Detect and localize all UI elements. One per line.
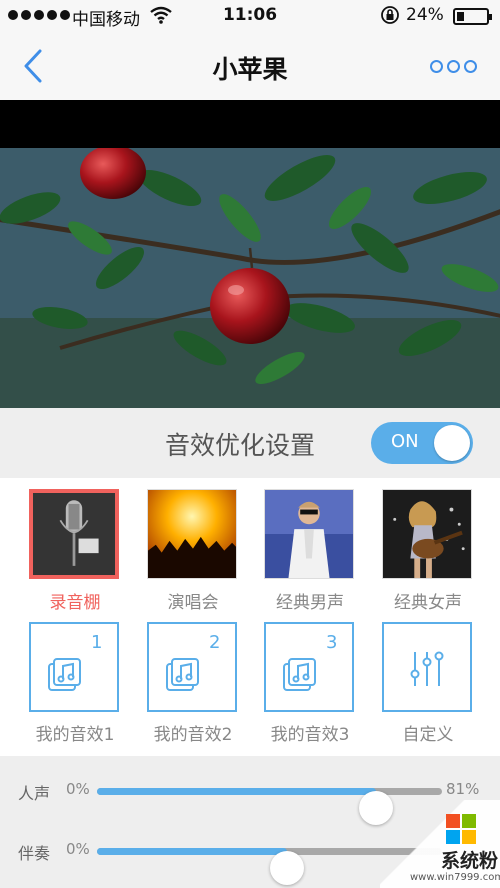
slider-track[interactable]: [97, 788, 442, 825]
slider-fill: [97, 848, 287, 855]
watermark-site: www.win7999.com: [410, 872, 500, 883]
effect-badge: 1: [91, 632, 102, 653]
effect-badge: 3: [326, 632, 337, 653]
preset-female-voice[interactable]: 经典女声: [382, 489, 474, 613]
custom-effect-label: 自定义: [402, 725, 454, 745]
slider-name: 伴奏: [18, 844, 51, 863]
my-effect-1[interactable]: 1 我的音效1: [29, 622, 121, 745]
slider-max-label: 81%: [446, 780, 480, 798]
page-title: 小苹果: [212, 55, 288, 84]
effect-toggle[interactable]: ON: [371, 422, 473, 464]
album-cover: [0, 148, 500, 408]
back-button[interactable]: [18, 48, 52, 84]
slider-fill: [97, 788, 377, 795]
toggle-on-label: ON: [391, 431, 419, 452]
effect-settings-label: 音效优化设置: [165, 431, 316, 460]
preset-male-voice[interactable]: 经典男声: [264, 489, 356, 613]
watermark: 系统粉 www.win7999.com: [380, 800, 500, 888]
more-dots-icon: [430, 59, 443, 73]
my-effect-3[interactable]: 3 我的音效3: [264, 622, 356, 745]
cover-top-bar: [0, 100, 500, 148]
equalizer-icon: [382, 622, 472, 712]
watermark-brand: 系统粉: [440, 850, 498, 872]
battery-icon: [453, 8, 492, 25]
preset-label: 经典女声: [394, 593, 462, 613]
music-note-stack-icon: 1: [29, 622, 119, 712]
music-note-stack-icon: 2: [147, 622, 237, 712]
studio-microphone-image: [29, 489, 119, 579]
nav-bar: 小苹果: [0, 32, 500, 100]
slider-min-label: 0%: [66, 780, 90, 798]
rotation-lock-icon: [380, 5, 400, 30]
toggle-knob: [434, 425, 470, 461]
custom-effect[interactable]: 自定义: [382, 622, 474, 745]
more-button[interactable]: [430, 56, 478, 76]
music-note-stack-icon: 3: [264, 622, 354, 712]
preset-concert[interactable]: 演唱会: [147, 489, 239, 613]
preset-studio[interactable]: 录音棚: [29, 489, 121, 613]
effect-badge: 2: [209, 632, 220, 653]
windows-logo-icon: [446, 814, 476, 844]
slider-thumb[interactable]: [269, 851, 304, 885]
status-bar: 中国移动 11:06 24%: [0, 0, 500, 32]
chevron-left-icon: [24, 49, 42, 83]
slider-min-label: 0%: [66, 840, 90, 858]
my-effect-2[interactable]: 2 我的音效2: [147, 622, 239, 745]
concert-image: [147, 489, 237, 579]
female-singer-image: [382, 489, 472, 579]
battery-percent: 24%: [406, 5, 444, 25]
male-singer-image: [264, 489, 354, 579]
slider-name: 人声: [18, 784, 51, 803]
